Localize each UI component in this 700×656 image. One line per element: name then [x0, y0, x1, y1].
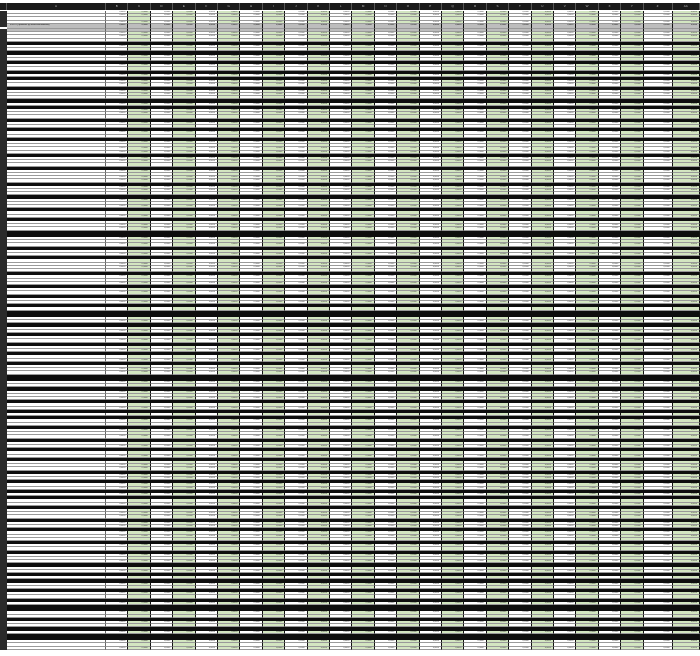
value-cell[interactable]: 0,0000 [285, 646, 308, 650]
column-header-B[interactable]: B [106, 3, 129, 10]
column-header-S[interactable]: S [486, 3, 510, 10]
spreadsheet-grid[interactable]: A B C D E F G H I J K L M N O P Q R S T U V W X Y Z AA 0,0000 0,0000… [0, 0, 700, 656]
column-header-O[interactable]: O [397, 3, 420, 10]
value-cell[interactable]: 0,0000 [173, 646, 196, 650]
value-cell[interactable]: 0,0000 [330, 646, 353, 650]
column-header-E[interactable]: E [173, 3, 196, 10]
value-cell[interactable]: 0,0000 [598, 646, 622, 650]
value-cell[interactable]: 0,0000 [464, 646, 487, 650]
value-cell[interactable]: 0,0000 [218, 646, 241, 650]
value-cell[interactable]: 0,0000 [486, 646, 510, 650]
row-header[interactable] [0, 646, 7, 650]
value-cell[interactable]: 0,0000 [442, 646, 465, 650]
column-header-C[interactable]: C [128, 3, 151, 10]
value-cell[interactable]: 0,0000 [672, 646, 700, 650]
value-cell[interactable]: 0,0000 [106, 646, 129, 650]
value-cell[interactable]: 0,0000 [128, 646, 151, 650]
value-cell[interactable]: 0,0000 [374, 646, 398, 650]
column-header-Q[interactable]: Q [442, 3, 465, 10]
value-cell[interactable]: 0,0000 [352, 646, 375, 650]
column-header-U[interactable]: U [531, 3, 554, 10]
value-cell[interactable]: 0,0000 [509, 646, 532, 650]
column-header-J[interactable]: J [285, 3, 308, 10]
column-header-T[interactable]: T [509, 3, 532, 10]
column-header-R[interactable]: R [464, 3, 487, 10]
column-header-V[interactable]: V [554, 3, 577, 10]
value-cell[interactable]: 0,0000 [397, 646, 420, 650]
value-cell[interactable]: 0,0000 [576, 646, 599, 650]
value-cell[interactable]: 0,0000 [643, 646, 673, 650]
value-cell[interactable]: 0,0000 [195, 646, 218, 650]
row-header[interactable] [0, 23, 7, 27]
column-header-L[interactable]: L [330, 3, 353, 10]
value-cell[interactable]: 0,0000 [621, 646, 644, 650]
column-header-I[interactable]: I [262, 3, 286, 10]
value-cell[interactable]: 0,0000 [554, 646, 577, 650]
value-cell[interactable]: 0,0000 [240, 646, 263, 650]
column-header-H[interactable]: H [240, 3, 263, 10]
column-header-X[interactable]: X [598, 3, 622, 10]
select-all-corner[interactable] [0, 3, 7, 10]
value-cell[interactable]: 0,0000 [307, 646, 330, 650]
column-header-G[interactable]: G [218, 3, 241, 10]
column-header-W[interactable]: W [576, 3, 599, 10]
column-header-Y[interactable]: Y [621, 3, 644, 10]
column-header-P[interactable]: P [419, 3, 442, 10]
column-header-M[interactable]: M [352, 3, 375, 10]
column-header-AA[interactable]: AA [672, 3, 700, 10]
row-label-cell[interactable] [7, 646, 106, 650]
value-cell[interactable]: 0,0000 [531, 646, 554, 650]
column-header-F[interactable]: F [195, 3, 218, 10]
column-header-K[interactable]: K [307, 3, 330, 10]
value-cell[interactable]: 0,0000 [150, 646, 174, 650]
column-header-Z[interactable]: Z [643, 3, 673, 10]
column-header-N[interactable]: N [374, 3, 398, 10]
column-header-A[interactable]: A [7, 3, 106, 10]
value-cell[interactable]: 0,0000 [419, 646, 442, 650]
value-cell[interactable]: 0,0000 [262, 646, 286, 650]
column-header-D[interactable]: D [150, 3, 174, 10]
